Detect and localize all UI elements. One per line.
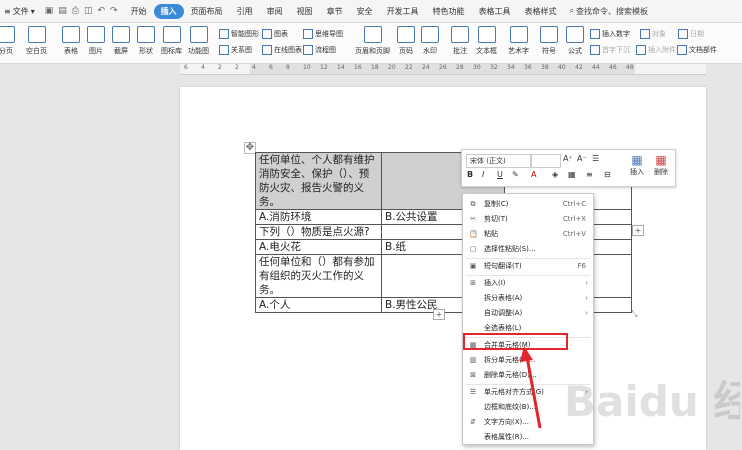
watermark-text: Baidu 经验 — [564, 377, 740, 426]
arrow-head — [520, 346, 533, 362]
arrow-shaft — [525, 356, 542, 429]
baidu-watermark: Baidu 经验 — [564, 377, 740, 426]
